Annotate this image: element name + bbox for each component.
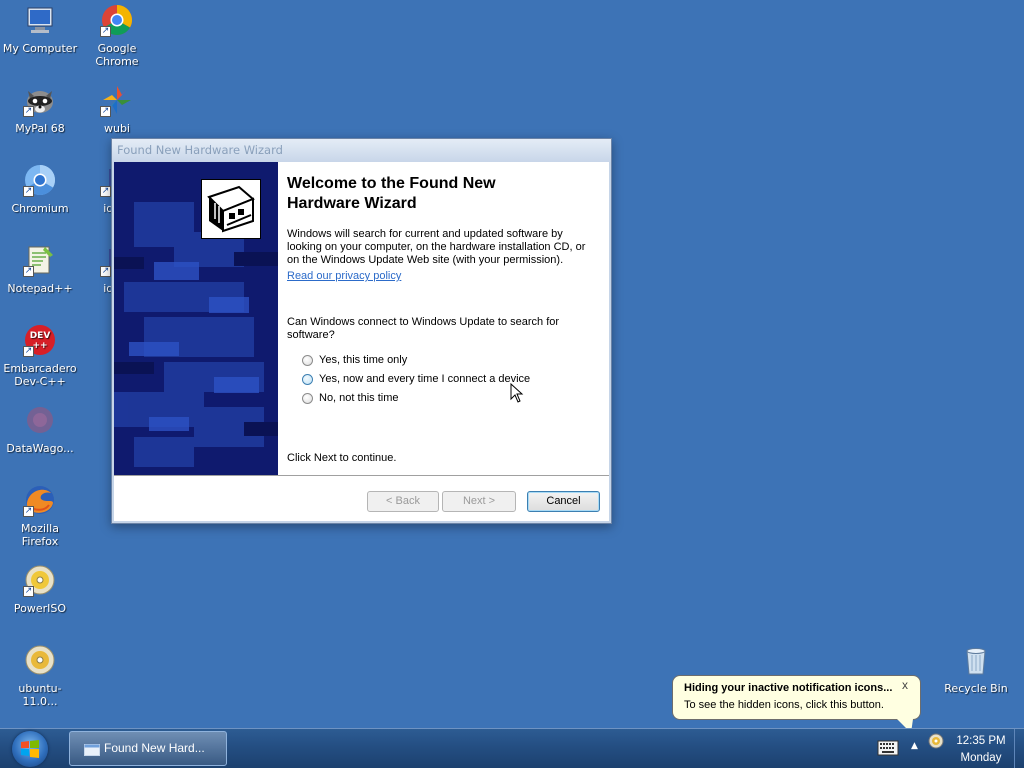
icon-label: My Computer xyxy=(2,42,78,55)
icon-label: PowerISO xyxy=(13,602,67,615)
radio-option-not-this-time[interactable]: No, not this time xyxy=(302,390,398,406)
wizard-heading: Welcome to the Found New Hardware Wizard xyxy=(287,175,496,212)
window-icon xyxy=(84,744,100,756)
desktop-icon-notepadpp[interactable]: ↗ Notepad++ xyxy=(1,243,79,295)
shortcut-arrow-icon: ↗ xyxy=(23,586,34,597)
icon-label: MyPal 68 xyxy=(15,122,65,135)
keyboard-icon[interactable] xyxy=(877,738,899,758)
icon-label: ubuntu-11.0... xyxy=(18,682,62,708)
taskbar-button-label: Found New Hard... xyxy=(104,741,205,755)
poweriso-icon: ↗ xyxy=(23,563,57,597)
found-new-hardware-wizard: Found New Hardware Wizard Welcome to the… xyxy=(111,138,612,524)
icon-label: Chromium xyxy=(11,202,69,215)
shortcut-arrow-icon: ↗ xyxy=(23,346,34,357)
notification-balloon[interactable]: Hiding your inactive notification icons.… xyxy=(672,675,921,733)
shortcut-arrow-icon: ↗ xyxy=(100,106,111,117)
window-title[interactable]: Found New Hardware Wizard xyxy=(112,139,611,162)
cd-drive-icon[interactable] xyxy=(928,733,944,749)
button-separator xyxy=(114,475,609,476)
taskbar: Found New Hard... ▲ 12:35 PM Monday xyxy=(0,728,1024,768)
desktop-icon-my-computer[interactable]: My Computer xyxy=(1,3,79,55)
continue-instruction: Click Next to continue. xyxy=(287,452,397,464)
back-button[interactable]: < Back xyxy=(367,491,439,512)
icon-label: Recycle Bin xyxy=(944,682,1008,695)
desktop-icon-devcpp[interactable]: DEV ++ ↗ Embarcadero Dev-C++ xyxy=(1,323,79,388)
svg-text:DEV: DEV xyxy=(30,331,51,341)
desktop-icon-wubi[interactable]: ↗ wubi xyxy=(78,83,156,135)
privacy-policy-link[interactable]: Read our privacy policy xyxy=(287,270,401,283)
desktop-icon-recycle-bin[interactable]: Recycle Bin xyxy=(937,643,1015,695)
disc-icon xyxy=(23,643,57,677)
shortcut-arrow-icon: ↗ xyxy=(23,106,34,117)
wizard-intro-text: Windows will search for current and upda… xyxy=(287,228,586,266)
wizard-question: Can Windows connect to Windows Update to… xyxy=(287,316,560,341)
radio-option-every-time[interactable]: Yes, now and every time I connect a devi… xyxy=(302,371,530,387)
desktop-icon-mypal[interactable]: ↗ MyPal 68 xyxy=(1,83,79,135)
clock-day: Monday xyxy=(960,752,1002,764)
shortcut-arrow-icon: ↗ xyxy=(100,26,111,37)
show-hidden-icons-arrow[interactable]: ▲ xyxy=(911,741,918,751)
start-button[interactable] xyxy=(12,731,48,767)
radio-label: Yes, this time only xyxy=(319,354,408,366)
desktop-icon-datawagon[interactable]: DataWago... xyxy=(1,403,79,455)
firefox-icon: ↗ xyxy=(23,483,57,517)
mouse-cursor-icon xyxy=(510,382,524,403)
icon-label: Mozilla Firefox xyxy=(21,522,59,548)
show-desktop-button[interactable] xyxy=(1014,729,1024,768)
notepad-icon: ↗ xyxy=(23,243,57,277)
icon-label: DataWago... xyxy=(6,442,74,455)
chrome-icon: ↗ xyxy=(100,3,134,37)
close-icon[interactable]: x xyxy=(902,678,908,692)
wizard-side-banner xyxy=(114,162,278,475)
devcpp-icon: DEV ++ ↗ xyxy=(23,323,57,357)
recycle-bin-icon xyxy=(959,643,993,677)
radio-button[interactable] xyxy=(302,373,313,385)
windows-logo-icon xyxy=(21,740,39,758)
desktop-icon-chromium[interactable]: ↗ Chromium xyxy=(1,163,79,215)
desktop-icon-poweriso[interactable]: ↗ PowerISO xyxy=(1,563,79,615)
shortcut-arrow-icon: ↗ xyxy=(23,506,34,517)
svg-text:++: ++ xyxy=(32,341,47,351)
icon-label: Embarcadero Dev-C++ xyxy=(3,362,77,388)
shortcut-arrow-icon: ↗ xyxy=(100,186,111,197)
shortcut-arrow-icon: ↗ xyxy=(23,186,34,197)
datawagon-icon xyxy=(23,403,57,437)
icon-label: wubi xyxy=(103,122,130,135)
chromium-icon: ↗ xyxy=(23,163,57,197)
balloon-text: To see the hidden icons, click this butt… xyxy=(684,699,884,711)
taskbar-button-wizard[interactable]: Found New Hard... xyxy=(69,731,227,766)
radio-label: Yes, now and every time I connect a devi… xyxy=(319,373,531,385)
balloon-title: Hiding your inactive notification icons.… xyxy=(684,682,893,694)
next-button[interactable]: Next > xyxy=(442,491,516,512)
desktop-icon-firefox[interactable]: ↗ Mozilla Firefox xyxy=(1,483,79,548)
desktop-icon-google-chrome[interactable]: ↗ Google Chrome xyxy=(78,3,156,68)
hardware-card-icon xyxy=(201,179,261,239)
radio-button[interactable] xyxy=(302,354,313,366)
radio-option-this-time-only[interactable]: Yes, this time only xyxy=(302,352,407,368)
wizard-client-area: Welcome to the Found New Hardware Wizard… xyxy=(114,162,609,521)
wubi-icon: ↗ xyxy=(100,83,134,117)
raccoon-icon: ↗ xyxy=(23,83,57,117)
computer-icon xyxy=(23,3,57,37)
shortcut-arrow-icon: ↗ xyxy=(23,266,34,277)
cancel-button[interactable]: Cancel xyxy=(527,491,600,512)
shortcut-arrow-icon: ↗ xyxy=(100,266,111,277)
wizard-content: Welcome to the Found New Hardware Wizard… xyxy=(287,162,605,475)
clock-time: 12:35 PM xyxy=(956,735,1006,747)
desktop-icon-ubuntu-iso[interactable]: ubuntu-11.0... xyxy=(1,643,79,708)
icon-label: Google Chrome xyxy=(95,42,139,68)
icon-label: Notepad++ xyxy=(7,282,73,295)
radio-label: No, not this time xyxy=(319,392,399,404)
system-clock[interactable]: 12:35 PM Monday xyxy=(952,733,1010,767)
radio-button[interactable] xyxy=(302,392,313,404)
